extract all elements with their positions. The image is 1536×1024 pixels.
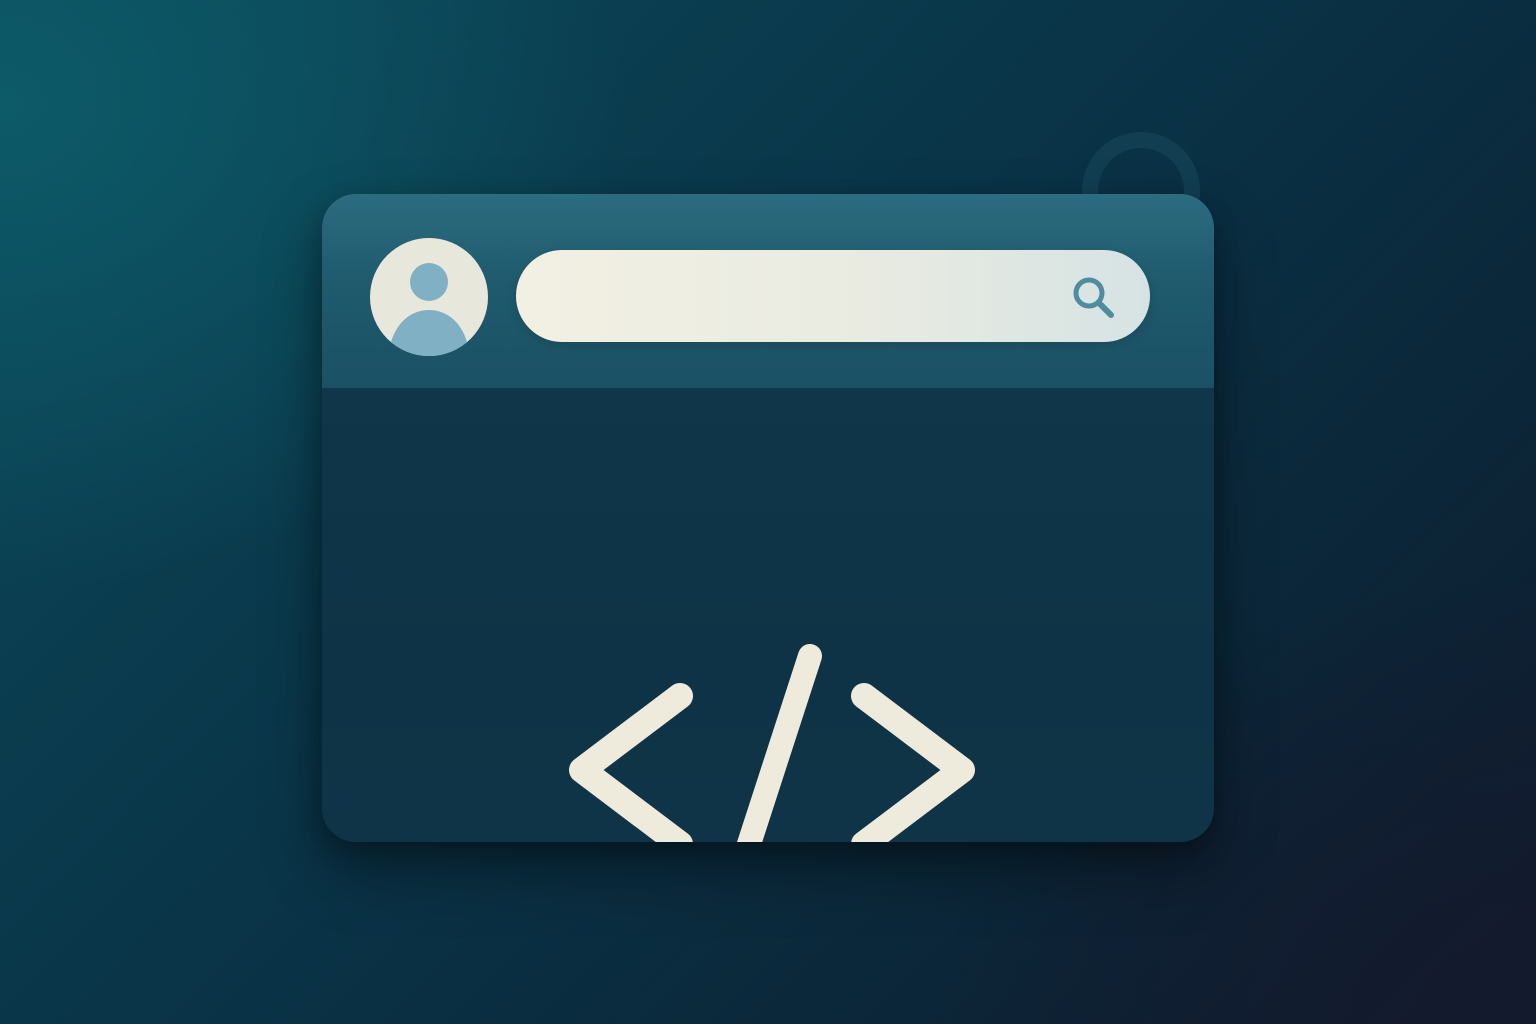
search-bar[interactable] bbox=[516, 250, 1150, 344]
content-area bbox=[322, 388, 1214, 842]
browser-window bbox=[322, 194, 1214, 842]
user-avatar-icon bbox=[388, 263, 470, 356]
user-avatar[interactable] bbox=[370, 238, 488, 356]
search-icon[interactable] bbox=[1068, 272, 1120, 324]
window-header bbox=[322, 194, 1214, 388]
code-brackets-icon bbox=[569, 644, 975, 842]
search-input[interactable] bbox=[552, 250, 1056, 344]
